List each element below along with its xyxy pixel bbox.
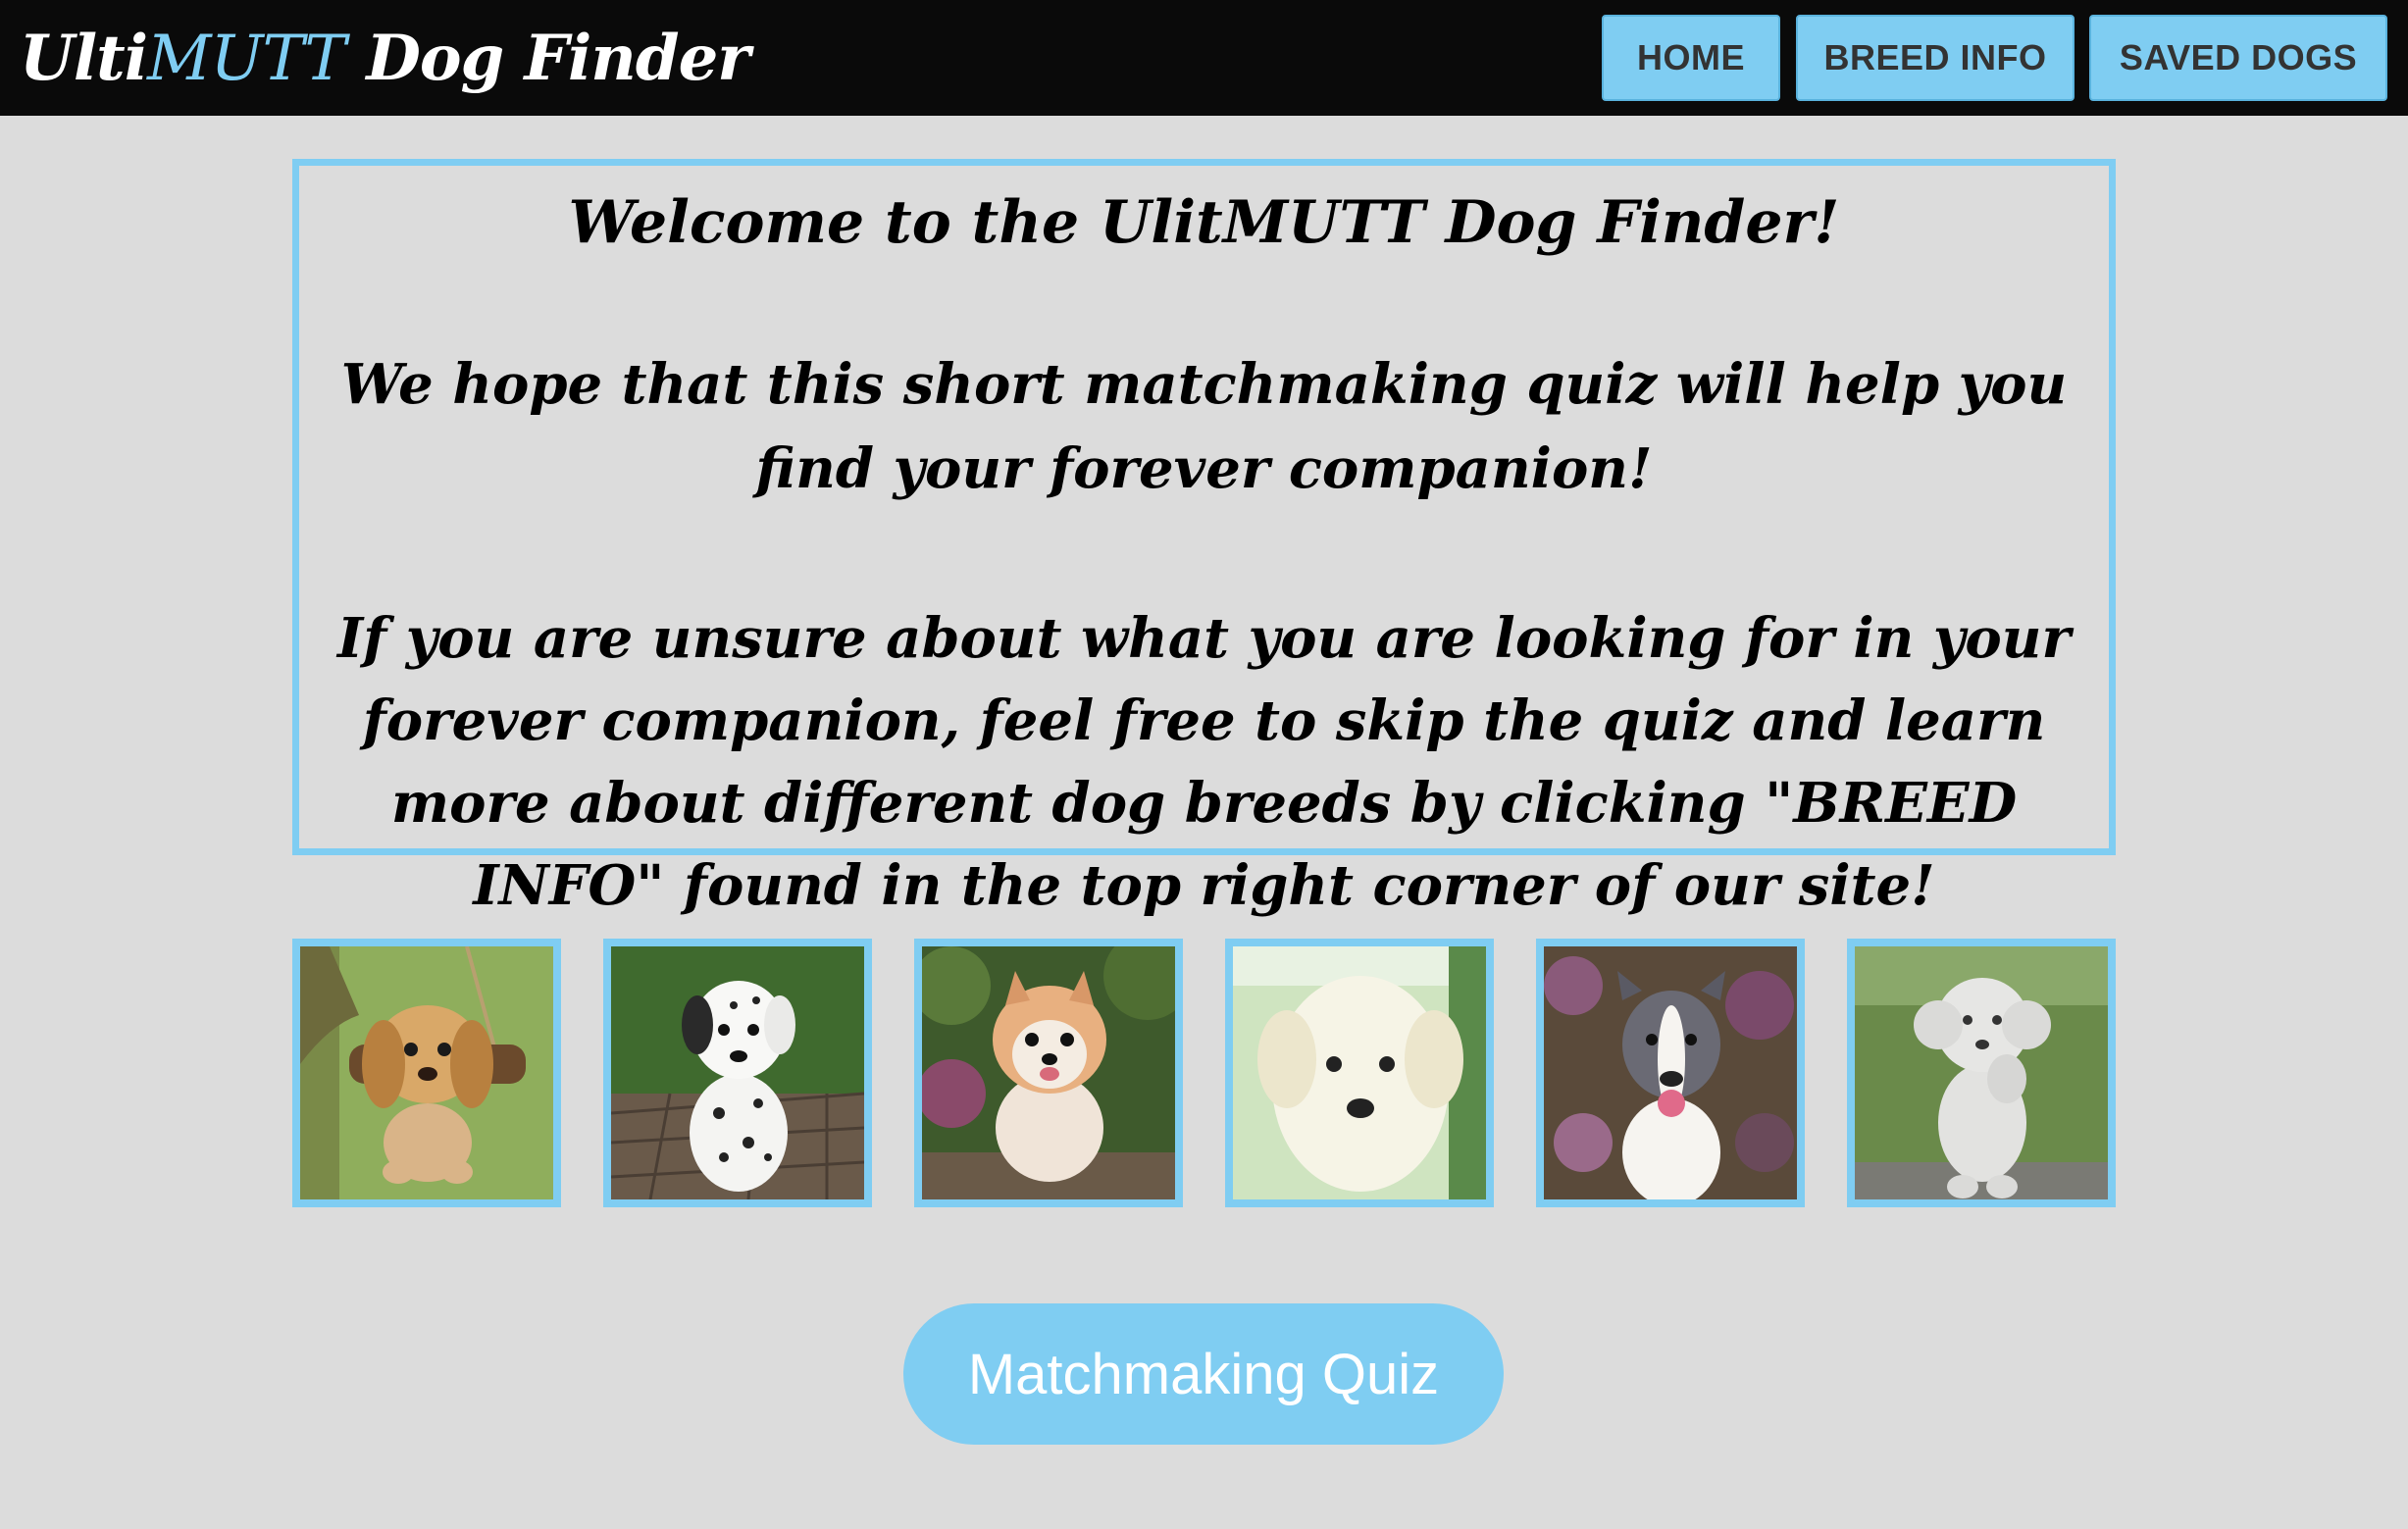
home-button[interactable]: HOME [1602, 15, 1780, 101]
breed-info-button[interactable]: BREED INFO [1796, 15, 2075, 101]
white-puppy-photo[interactable] [1225, 939, 1494, 1207]
saved-dogs-button[interactable]: SAVED DOGS [2089, 15, 2387, 101]
dalmatian-puppy-photo[interactable] [603, 939, 872, 1207]
site-logo[interactable]: UltiMUTT Dog Finder [20, 20, 750, 98]
welcome-box: Welcome to the UlitMUTT Dog Finder! We h… [292, 159, 2116, 918]
pitbull-photo[interactable] [1536, 939, 1805, 1207]
poodle-statue-photo[interactable] [1847, 939, 2116, 1207]
welcome-breed-info-text: If you are unsure about what you are loo… [336, 606, 2071, 918]
welcome-title: Welcome to the UlitMUTT Dog Finder! [568, 188, 1840, 257]
brand-suffix: Dog Finder [345, 22, 750, 95]
brand-prefix: Ulti [20, 22, 148, 95]
matchmaking-quiz-button[interactable]: Matchmaking Quiz [903, 1303, 1504, 1445]
golden-puppy-photo[interactable] [292, 939, 561, 1207]
brand-accent: MUTT [147, 23, 346, 95]
top-nav-bar: UltiMUTT Dog Finder HOME BREED INFO SAVE… [0, 0, 2408, 116]
pomeranian-photo[interactable] [914, 939, 1183, 1207]
welcome-intro-text: We hope that this short matchmaking quiz… [340, 352, 2068, 501]
